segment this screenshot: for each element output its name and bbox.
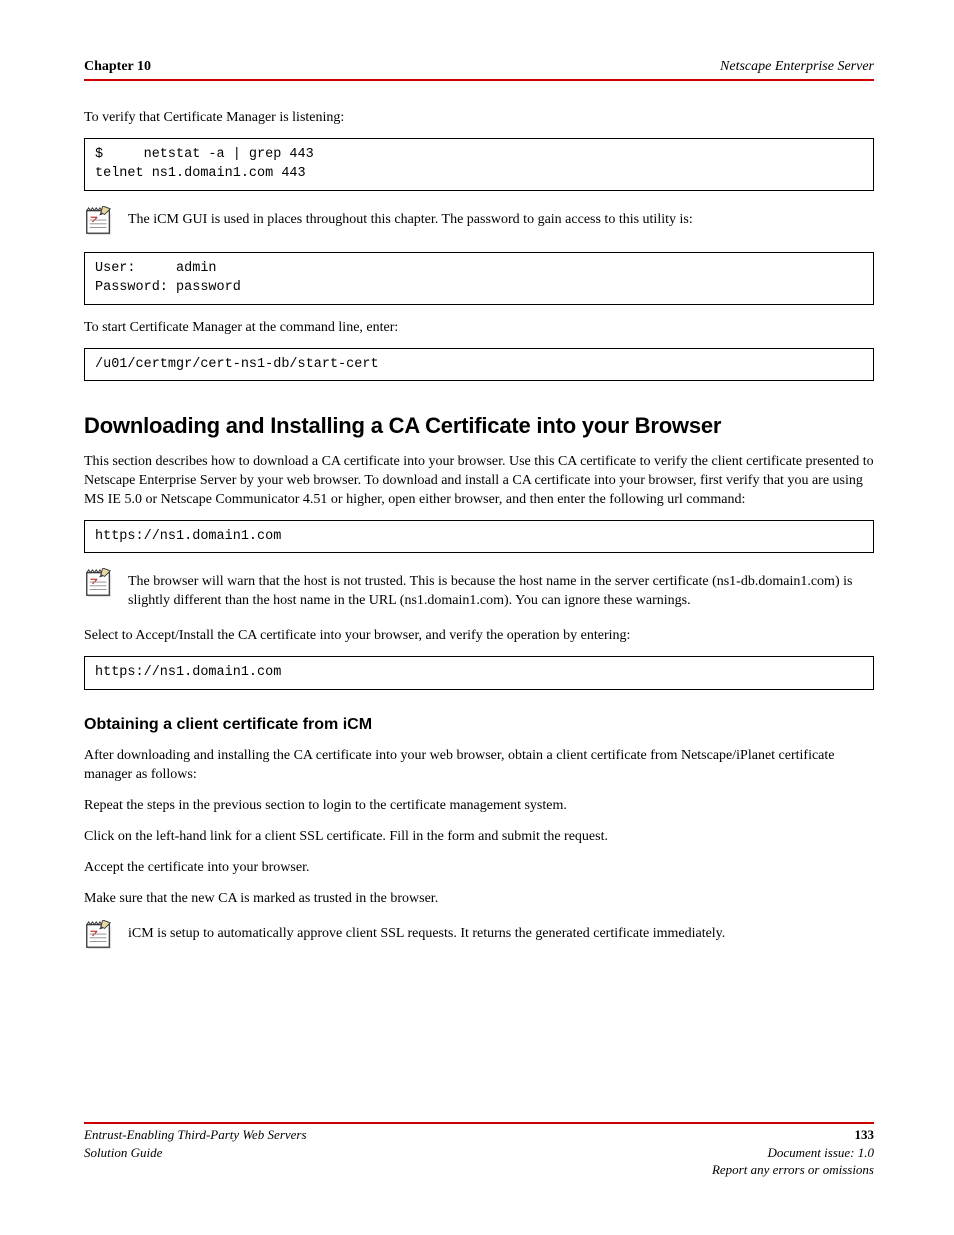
footer-doc-issue: Document issue: 1.0 [767,1145,874,1160]
paragraph: After downloading and installing the CA … [84,747,874,785]
paragraph: To start Certificate Manager at the comm… [84,319,874,338]
code-block: $ netstat -a | grep 443 telnet ns1.domai… [84,138,874,191]
note: The iCM GUI is used in places throughout… [84,205,874,236]
paragraph: Accept the certificate into your browser… [84,859,874,878]
note: iCM is setup to automatically approve cl… [84,919,874,950]
paragraph: Select to Accept/Install the CA certific… [84,627,874,646]
header-title: Netscape Enterprise Server [720,58,874,77]
notepad-icon [84,206,114,236]
section-heading: Downloading and Installing a CA Certific… [84,411,874,441]
notepad-icon [84,568,114,598]
paragraph: Repeat the steps in the previous section… [84,797,874,816]
paragraph: This section describes how to download a… [84,453,874,510]
footer-errata: Report any errors or omissions [712,1162,874,1177]
code-block: https://ns1.domain1.com [84,656,874,690]
page-header: Chapter 10 Netscape Enterprise Server [84,58,874,81]
footer-left: Entrust-Enabling Third-Party Web Servers… [84,1126,307,1161]
page-footer: Entrust-Enabling Third-Party Web Servers… [84,1122,874,1179]
header-chapter: Chapter 10 [84,58,151,77]
notepad-icon [84,920,114,950]
paragraph: To verify that Certificate Manager is li… [84,109,874,128]
note-text: The browser will warn that the host is n… [128,567,874,611]
page-number: 133 [855,1127,875,1142]
paragraph: Click on the left-hand link for a client… [84,828,874,847]
note-text: The iCM GUI is used in places throughout… [128,205,874,230]
note-text: iCM is setup to automatically approve cl… [128,919,874,944]
code-block: User: admin Password: password [84,252,874,305]
paragraph: Make sure that the new CA is marked as t… [84,890,874,909]
footer-right: 133 Document issue: 1.0 Report any error… [712,1126,874,1179]
note: The browser will warn that the host is n… [84,567,874,611]
code-block: https://ns1.domain1.com [84,520,874,554]
subsection-heading: Obtaining a client certificate from iCM [84,714,874,736]
code-block: /u01/certmgr/cert-ns1-db/start-cert [84,348,874,382]
